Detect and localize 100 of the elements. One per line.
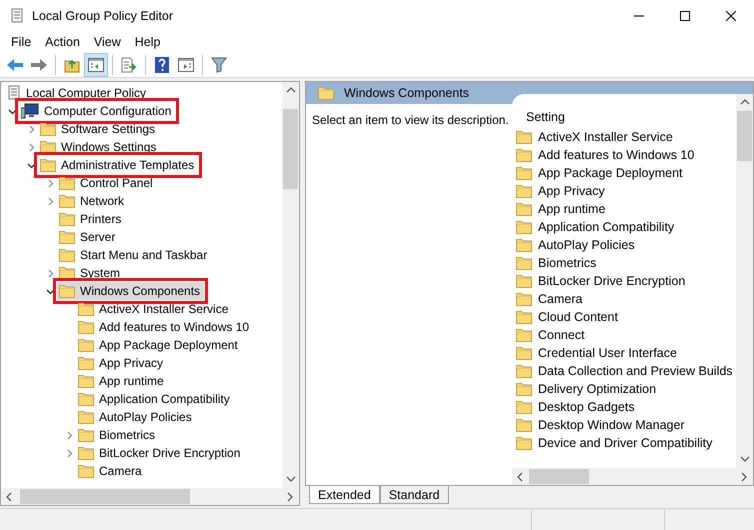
- setting-item[interactable]: AutoPlay Policies: [516, 236, 736, 254]
- tree-item[interactable]: Windows Components: [57, 282, 204, 300]
- computer-icon: [21, 103, 39, 119]
- tree-label: AutoPlay Policies: [99, 409, 192, 426]
- tree-item[interactable]: Application Compatibility: [76, 390, 234, 408]
- tree-label: Camera: [99, 463, 142, 480]
- scroll-left-icon[interactable]: [4, 492, 14, 502]
- tree-label: Add features to Windows 10: [99, 319, 250, 336]
- menu-item[interactable]: Action: [38, 32, 87, 52]
- tree-label: App Privacy: [99, 355, 164, 372]
- chevron-right-icon[interactable]: [26, 124, 36, 134]
- tree-item[interactable]: Administrative Templates: [38, 156, 198, 174]
- setting-item[interactable]: Camera: [516, 290, 736, 308]
- folder-icon: [516, 256, 532, 270]
- chevron-right-icon[interactable]: [46, 268, 54, 278]
- folder-icon: [318, 86, 334, 100]
- scroll-down-icon[interactable]: [740, 454, 750, 464]
- tree-item[interactable]: Computer Configuration: [19, 102, 176, 120]
- scroll-down-icon[interactable]: [286, 474, 296, 484]
- tree-item[interactable]: Printers: [57, 210, 126, 228]
- setting-item[interactable]: Delivery Optimization: [516, 380, 736, 398]
- folder-icon: [516, 400, 532, 414]
- tree-label: Administrative Templates: [61, 157, 194, 174]
- setting-item[interactable]: Data Collection and Preview Builds: [516, 362, 736, 380]
- scroll-right-icon[interactable]: [286, 492, 296, 502]
- scrollbar-thumb[interactable]: [737, 111, 752, 161]
- tree-item[interactable]: ActiveX Installer Service: [76, 300, 232, 318]
- scrollbar-thumb[interactable]: [20, 489, 190, 504]
- setting-item[interactable]: Desktop Gadgets: [516, 398, 736, 416]
- folder-icon: [59, 194, 75, 208]
- vertical-scrollbar[interactable]: [282, 82, 299, 488]
- menu-item[interactable]: File: [4, 32, 38, 52]
- tree-item[interactable]: Server: [57, 228, 120, 246]
- chevron-right-icon[interactable]: [46, 178, 54, 188]
- folder-icon: [78, 428, 94, 442]
- setting-item[interactable]: Biometrics: [516, 254, 736, 272]
- setting-item[interactable]: Application Compatibility: [516, 218, 736, 236]
- tree-label: System: [80, 265, 120, 282]
- folder-icon: [516, 166, 532, 180]
- tree-label: ActiveX Installer Service: [99, 301, 228, 318]
- setting-item[interactable]: BitLocker Drive Encryption: [516, 272, 736, 290]
- maximize-icon: [680, 11, 690, 21]
- tree-item[interactable]: Camera: [76, 462, 146, 480]
- folder-icon: [40, 122, 56, 136]
- tree-item[interactable]: Windows Settings: [38, 138, 160, 156]
- setting-item[interactable]: App runtime: [516, 200, 736, 218]
- setting-item[interactable]: Cloud Content: [516, 308, 736, 326]
- folder-icon: [516, 184, 532, 198]
- folder-icon: [40, 140, 56, 154]
- tree-label: Local Computer Policy: [26, 85, 146, 102]
- tree-item[interactable]: Software Settings: [38, 120, 160, 138]
- tree-item[interactable]: App Privacy: [76, 354, 168, 372]
- setting-item[interactable]: Credential User Interface: [516, 344, 736, 362]
- folder-icon: [40, 158, 56, 172]
- tree-label: Printers: [80, 211, 122, 228]
- setting-item[interactable]: Connect: [516, 326, 736, 344]
- setting-item[interactable]: Add features to Windows 10: [516, 146, 736, 164]
- menu-item[interactable]: Help: [128, 32, 168, 52]
- view-tab[interactable]: Standard: [380, 486, 449, 504]
- setting-item[interactable]: App Package Deployment: [516, 164, 736, 182]
- chevron-right-icon[interactable]: [64, 448, 74, 458]
- tree-item[interactable]: BitLocker Drive Encryption: [76, 444, 244, 462]
- tree-item[interactable]: Control Panel: [57, 174, 157, 192]
- folder-icon: [516, 346, 532, 360]
- scroll-right-icon[interactable]: [740, 472, 750, 482]
- scrollbar-thumb[interactable]: [283, 109, 298, 189]
- chevron-down-icon[interactable]: [26, 160, 36, 170]
- tree-item[interactable]: App Package Deployment: [76, 336, 242, 354]
- folder-icon: [516, 328, 532, 342]
- tree-item[interactable]: AutoPlay Policies: [76, 408, 196, 426]
- tree-item[interactable]: Start Menu and Taskbar: [57, 246, 212, 264]
- chevron-down-icon[interactable]: [46, 286, 54, 296]
- setting-item[interactable]: Device and Driver Compatibility: [516, 434, 736, 452]
- scrollbar-thumb[interactable]: [529, 469, 589, 484]
- chevron-down-icon[interactable]: [8, 106, 16, 116]
- tree-item[interactable]: System: [57, 264, 124, 282]
- horizontal-scrollbar[interactable]: [512, 468, 753, 485]
- horizontal-scrollbar[interactable]: [1, 488, 299, 505]
- view-tab[interactable]: Extended: [309, 486, 380, 504]
- tree-item[interactable]: Add features to Windows 10: [76, 318, 254, 336]
- setting-item[interactable]: ActiveX Installer Service: [516, 128, 736, 146]
- tree-item[interactable]: Biometrics: [76, 426, 160, 444]
- close-icon: [726, 11, 736, 21]
- chevron-right-icon[interactable]: [26, 142, 36, 152]
- vertical-scrollbar[interactable]: [736, 94, 753, 468]
- description-text: Select an item to view its description.: [312, 113, 509, 127]
- tree-label: Start Menu and Taskbar: [80, 247, 208, 264]
- tree-item[interactable]: App runtime: [76, 372, 168, 390]
- chevron-right-icon[interactable]: [46, 196, 54, 206]
- column-header[interactable]: Setting: [526, 108, 736, 128]
- tree-item[interactable]: Local Computer Policy: [5, 84, 150, 102]
- setting-item[interactable]: Desktop Window Manager: [516, 416, 736, 434]
- setting-item[interactable]: App Privacy: [516, 182, 736, 200]
- console-tree-icon[interactable]: [84, 52, 108, 76]
- scroll-left-icon[interactable]: [516, 472, 526, 482]
- tree-label: Server: [80, 229, 116, 246]
- chevron-right-icon[interactable]: [64, 430, 74, 440]
- tree-item[interactable]: Network: [57, 192, 128, 210]
- menu-item[interactable]: View: [86, 32, 128, 52]
- folder-icon: [78, 302, 94, 316]
